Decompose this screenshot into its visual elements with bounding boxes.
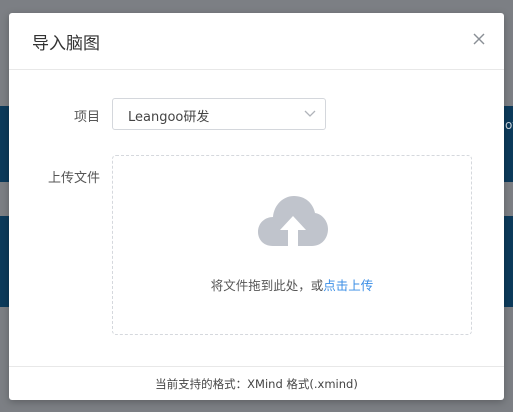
cloud-upload-icon	[258, 196, 328, 246]
supported-format-text: 当前支持的格式：XMind 格式(.xmind)	[155, 377, 358, 391]
chevron-down-icon	[304, 110, 316, 117]
background-text: ot	[505, 118, 513, 132]
dialog-title: 导入脑图	[32, 34, 100, 54]
project-select[interactable]: Leangoo研发	[112, 98, 326, 130]
dialog-header: 导入脑图	[9, 13, 504, 70]
file-dropzone[interactable]: 将文件拖到此处，或点击上传	[112, 155, 472, 335]
import-mindmap-dialog: 导入脑图 项目 Leangoo研发 上传文件 将文件拖到此处，或点击上传 当前支…	[9, 13, 504, 400]
project-select-value: Leangoo研发	[128, 110, 210, 125]
dropzone-text: 将文件拖到此处，或点击上传	[113, 275, 471, 294]
dialog-footer: 当前支持的格式：XMind 格式(.xmind)	[9, 366, 504, 401]
click-upload-link[interactable]: 点击上传	[323, 278, 373, 293]
close-icon[interactable]	[470, 30, 488, 48]
upload-label: 上传文件	[47, 171, 100, 186]
dropzone-instruction: 将文件拖到此处，或	[210, 278, 324, 293]
project-label: 项目	[73, 110, 100, 125]
